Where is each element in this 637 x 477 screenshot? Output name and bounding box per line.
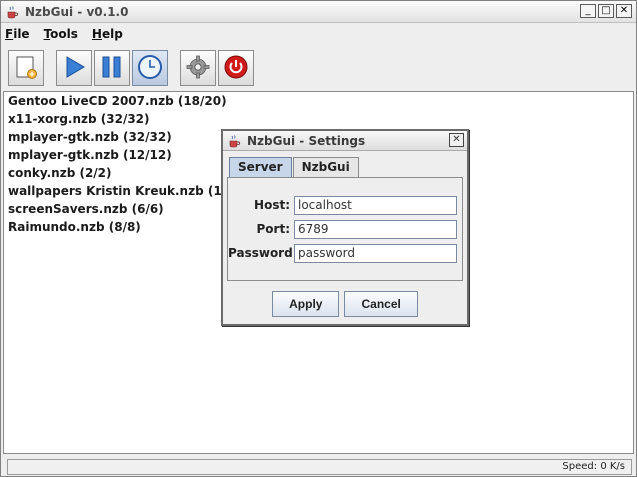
java-cup-icon [227, 134, 241, 148]
host-label: Host: [254, 198, 290, 212]
menu-tools-label: ools [50, 27, 78, 41]
list-item[interactable]: x11-xorg.nzb (32/32) [4, 110, 633, 128]
settings-button[interactable] [180, 50, 216, 86]
new-nzb-button[interactable] [8, 50, 44, 86]
dialog-close-button[interactable]: ✕ [449, 133, 464, 147]
minimize-button[interactable]: _ [580, 4, 596, 18]
gear-icon [185, 54, 211, 83]
menu-bar: File Tools Help [1, 24, 636, 44]
host-row: Host: [228, 195, 464, 215]
menu-help[interactable]: Help [92, 27, 123, 41]
pause-button[interactable] [94, 50, 130, 86]
window-controls: _ □ ✕ [580, 4, 632, 18]
close-button[interactable]: ✕ [616, 4, 632, 18]
apply-button[interactable]: Apply [272, 291, 340, 317]
start-button[interactable] [56, 50, 92, 86]
dialog-title: NzbGui - Settings [247, 133, 366, 148]
port-label: Port: [256, 222, 291, 236]
host-field[interactable] [294, 195, 457, 215]
port-row: Port: [228, 219, 464, 239]
server-tab-panel: Host: Port: Password: [227, 177, 463, 281]
settings-dialog: NzbGui - Settings ✕ Server NzbGui Host: … [221, 129, 469, 326]
password-row: Password: [228, 243, 464, 263]
menu-help-label: elp [101, 27, 123, 41]
power-icon [223, 54, 249, 83]
tab-nzbgui[interactable]: NzbGui [292, 157, 359, 177]
cancel-button[interactable]: Cancel [344, 291, 418, 317]
pause-icon [99, 54, 125, 83]
menu-file-mnemonic: F [5, 27, 14, 41]
toolbar [1, 45, 636, 91]
list-item[interactable]: Gentoo LiveCD 2007.nzb (18/20) [4, 92, 633, 110]
new-file-icon [13, 54, 39, 83]
password-label: Password: [228, 246, 298, 260]
dialog-title-bar[interactable]: NzbGui - Settings ✕ [223, 131, 467, 151]
menu-help-mnemonic: H [91, 27, 102, 41]
title-bar[interactable]: NzbGui - v0.1.0 _ □ ✕ [1, 1, 636, 23]
password-field[interactable] [294, 243, 457, 263]
tab-server[interactable]: Server [229, 157, 292, 177]
port-field[interactable] [294, 219, 457, 239]
maximize-button[interactable]: □ [598, 4, 614, 18]
status-bar: Speed: 0 K/s [7, 459, 632, 475]
menu-tools[interactable]: Tools [44, 27, 78, 41]
settings-tabs: Server NzbGui [229, 157, 360, 177]
menu-file-label: ile [13, 27, 30, 41]
window-title: NzbGui - v0.1.0 [25, 4, 129, 19]
dialog-buttons: Apply Cancel [223, 291, 467, 317]
play-icon [61, 54, 87, 83]
schedule-button[interactable] [132, 50, 168, 86]
menu-file[interactable]: File [5, 27, 30, 41]
speed-status: Speed: 0 K/s [562, 461, 625, 472]
java-cup-icon [5, 5, 19, 19]
quit-button[interactable] [218, 50, 254, 86]
clock-icon [137, 54, 163, 83]
